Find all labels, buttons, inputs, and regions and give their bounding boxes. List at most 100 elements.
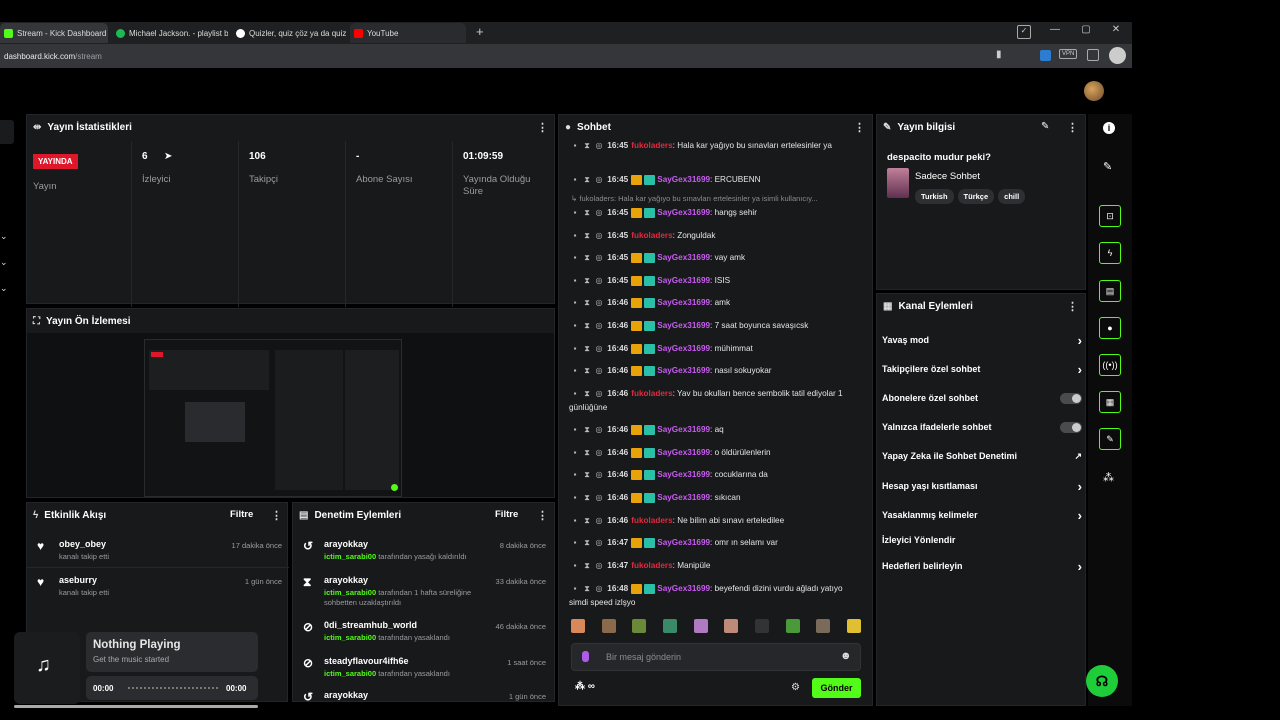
ban-shield-icon[interactable]: ◎	[593, 251, 605, 265]
emote-icon[interactable]	[693, 619, 708, 633]
delete-icon[interactable]: ▪	[569, 251, 581, 265]
delete-icon[interactable]: ▪	[569, 319, 581, 333]
timeout-hourglass-icon[interactable]: ⧗	[581, 491, 593, 505]
maximize-icon[interactable]: ▢	[1071, 24, 1101, 35]
chevron-down-icon[interactable]: ⌄	[0, 231, 8, 242]
send-button[interactable]: Gönder	[812, 678, 861, 698]
ban-shield-icon[interactable]: ◎	[593, 582, 605, 596]
emote-icon[interactable]	[724, 619, 739, 633]
timeout-hourglass-icon[interactable]: ⧗	[581, 296, 593, 310]
chat-points-icon[interactable]: ⁂ ∞	[575, 681, 595, 692]
delete-icon[interactable]: ▪	[569, 559, 581, 573]
timeout-hourglass-icon[interactable]: ⧗	[581, 206, 593, 220]
chevron-down-icon[interactable]: ⌄	[0, 257, 8, 268]
support-chat-icon[interactable]: ☊	[1086, 665, 1118, 697]
chat-message[interactable]: ▪ ⧗ ◎ 16:45 SayGex31699: ERCUBENN	[569, 173, 859, 187]
channel-action-row[interactable]: Hedefleri belirleyin ›	[882, 558, 1082, 574]
chat-message[interactable]: ▪ ⧗ ◎ 16:46 SayGex31699: o öldürülenlerin	[569, 446, 859, 460]
edit-pencil-icon[interactable]: ✎	[1041, 121, 1049, 132]
chat-message[interactable]: ▪ ⧗ ◎ 16:46 SayGex31699: mühimmat	[569, 342, 859, 356]
timeout-hourglass-icon[interactable]: ⧗	[581, 387, 593, 401]
ban-shield-icon[interactable]: ◎	[593, 319, 605, 333]
chat-username[interactable]: SayGex31699	[657, 276, 710, 285]
emote-icon[interactable]	[846, 619, 861, 633]
more-options-icon[interactable]: ⋮	[537, 509, 548, 522]
delete-icon[interactable]: ▪	[569, 491, 581, 505]
channel-action-row[interactable]: Yapay Zeka ile Sohbet Denetimi ↗	[882, 448, 1082, 464]
add-widget-icon[interactable]: ⁂	[1103, 471, 1114, 484]
delete-icon[interactable]: ▪	[569, 296, 581, 310]
category-name[interactable]: Sadece Sohbet	[915, 171, 980, 182]
tab-search-icon[interactable]: ✓	[1017, 25, 1031, 39]
tag-badge[interactable]: Türkçe	[957, 189, 995, 204]
ban-shield-icon[interactable]: ◎	[593, 229, 605, 243]
microphone-icon[interactable]	[582, 651, 589, 662]
chevron-right-icon[interactable]: ›	[1078, 333, 1082, 348]
chat-message[interactable]: ▪ ⧗ ◎ 16:46 SayGex31699: nasıl sokuyokar	[569, 364, 859, 378]
ban-shield-icon[interactable]: ◎	[593, 446, 605, 460]
channel-action-row[interactable]: Abonelere özel sohbet	[882, 390, 1082, 406]
timeout-hourglass-icon[interactable]: ⧗	[581, 559, 593, 573]
channel-action-row[interactable]: Hesap yaşı kısıtlaması ›	[882, 478, 1082, 494]
chat-username[interactable]: SayGex31699	[657, 253, 710, 262]
address-bar[interactable]: dashboard.kick.com/stream	[4, 48, 1064, 64]
music-progress[interactable]: 00:00 00:00	[86, 676, 258, 700]
timeout-hourglass-icon[interactable]: ⧗	[581, 364, 593, 378]
timeout-hourglass-icon[interactable]: ⧗	[581, 173, 593, 187]
sidebar-wrench-icon[interactable]: ✎	[1099, 428, 1121, 450]
chat-input[interactable]: Bir mesaj gönderin ☻	[571, 643, 861, 671]
pencil-icon[interactable]: ✎	[1103, 160, 1112, 173]
more-options-icon[interactable]: ⋮	[271, 509, 282, 522]
chat-username[interactable]: SayGex31699	[657, 425, 710, 434]
chat-username[interactable]: SayGex31699	[657, 175, 710, 184]
delete-icon[interactable]: ▪	[569, 342, 581, 356]
tab-kick-dashboard[interactable]: Stream - Kick Dashboard	[0, 23, 108, 43]
sidebar-broadcast-icon[interactable]: ((•))	[1099, 354, 1121, 376]
chat-message[interactable]: ▪ ⧗ ◎ 16:46 fukoladers: Ne bilim abi sınavı…	[569, 514, 859, 528]
delete-icon[interactable]: ▪	[569, 139, 581, 153]
music-progress-bar[interactable]	[128, 687, 218, 689]
timeout-hourglass-icon[interactable]: ⧗	[581, 251, 593, 265]
timeout-hourglass-icon[interactable]: ⧗	[581, 139, 593, 153]
delete-icon[interactable]: ▪	[569, 582, 581, 596]
bookmark-icon[interactable]: ▮	[996, 49, 1002, 60]
chat-username[interactable]: SayGex31699	[657, 448, 710, 457]
delete-icon[interactable]: ▪	[569, 468, 581, 482]
timeout-hourglass-icon[interactable]: ⧗	[581, 468, 593, 482]
chevron-right-icon[interactable]: ›	[1078, 479, 1082, 494]
ban-shield-icon[interactable]: ◎	[593, 491, 605, 505]
chat-username[interactable]: fukoladers	[631, 141, 672, 150]
tab-spotify[interactable]: Michael Jackson. - playlist b	[112, 23, 228, 43]
chevron-down-icon[interactable]: ⌄	[0, 283, 8, 294]
sidebar-actions-icon[interactable]: ▦	[1099, 391, 1121, 413]
chat-message[interactable]: ▪ ⧗ ◎ 16:47 SayGex31699: omr ın selamı var	[569, 536, 859, 550]
chat-settings-gear-icon[interactable]: ⚙	[791, 682, 800, 693]
chat-username[interactable]: SayGex31699	[657, 584, 710, 593]
emote-icon[interactable]	[571, 619, 585, 633]
vpn-icon[interactable]: VPN	[1059, 49, 1078, 59]
minimize-icon[interactable]: —	[1040, 24, 1070, 35]
ban-shield-icon[interactable]: ◎	[593, 536, 605, 550]
ban-shield-icon[interactable]: ◎	[593, 468, 605, 482]
extensions-puzzle-icon[interactable]	[1087, 49, 1099, 61]
emote-icon[interactable]	[754, 619, 769, 633]
timeout-hourglass-icon[interactable]: ⧗	[581, 319, 593, 333]
chat-message[interactable]: ▪ ⧗ ◎ 16:45 fukoladers: Zonguldak	[569, 229, 859, 243]
timeout-hourglass-icon[interactable]: ⧗	[581, 229, 593, 243]
toggle-switch[interactable]	[1060, 421, 1082, 433]
ban-shield-icon[interactable]: ◎	[593, 559, 605, 573]
ban-shield-icon[interactable]: ◎	[593, 139, 605, 153]
chat-username[interactable]: fukoladers	[631, 561, 672, 570]
chat-message[interactable]: ▪ ⧗ ◎ 16:46 SayGex31699: sıkıcan	[569, 491, 859, 505]
delete-icon[interactable]: ▪	[569, 364, 581, 378]
more-options-icon[interactable]: ⋮	[537, 121, 548, 134]
delete-icon[interactable]: ▪	[569, 206, 581, 220]
tag-badge[interactable]: chill	[998, 189, 1026, 204]
activity-filter-button[interactable]: Filtre	[230, 509, 253, 520]
new-tab-plus-icon[interactable]: +	[476, 24, 484, 39]
timeout-hourglass-icon[interactable]: ⧗	[581, 342, 593, 356]
ban-shield-icon[interactable]: ◎	[593, 423, 605, 437]
chat-username[interactable]: fukoladers	[631, 231, 672, 240]
chat-message[interactable]: ▪ ⧗ ◎ 16:46 SayGex31699: cocuklarına da	[569, 468, 859, 482]
timeout-hourglass-icon[interactable]: ⧗	[581, 446, 593, 460]
